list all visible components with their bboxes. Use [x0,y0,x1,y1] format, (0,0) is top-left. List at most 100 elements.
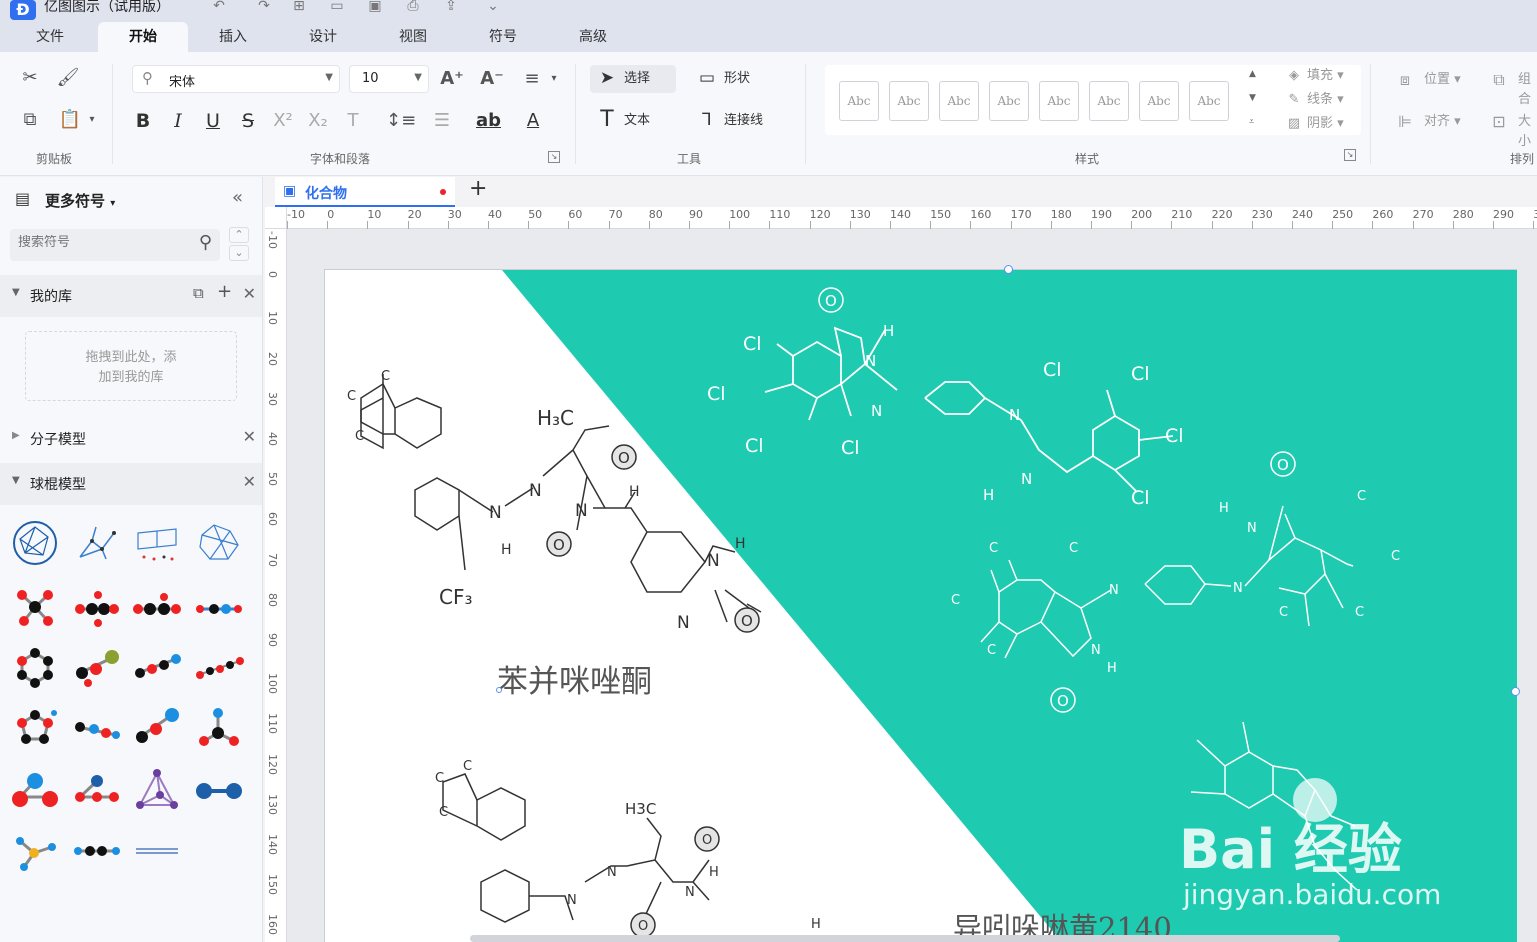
strikethrough-icon[interactable]: S [236,109,260,133]
subscript-icon[interactable]: X₂ [306,109,330,133]
paste-dropdown-icon[interactable]: ▾ [80,108,104,132]
symbol-molecule-2[interactable] [72,583,122,631]
selection-handle[interactable] [1004,265,1013,274]
tab-symbols[interactable]: 符号 [476,22,530,52]
style-swatch[interactable]: Abc [839,81,879,121]
styles-dialog-launcher-icon[interactable]: ↘ [1344,149,1356,161]
cut-icon[interactable]: ✂ [18,66,42,90]
symbol-lattice-1[interactable] [72,519,122,567]
drawing-page[interactable]: C C C H₃C N N H N H CF₃ N H N O O O C C … [324,269,1517,942]
scroll-up-icon[interactable]: ⌃ [229,227,249,243]
symbol-molecule-6[interactable] [132,643,182,691]
symbol-molecule-12[interactable] [10,767,60,815]
symbol-molecule-8[interactable] [10,703,60,751]
new-file-icon[interactable]: ⊞ [290,0,308,14]
copy-icon[interactable]: ⧉ [18,108,42,132]
decrease-font-icon[interactable]: A⁻ [480,67,504,91]
symbol-molecule-9[interactable] [72,703,122,751]
canvas-workspace[interactable]: C C C H₃C N N H N H CF₃ N H N O O O C C … [287,229,1537,942]
font-color-icon[interactable]: A [521,109,545,133]
symbol-lattice-2[interactable] [132,519,182,567]
group-button[interactable]: ⧉ 组合 [1490,70,1537,107]
text-case-icon[interactable]: T [341,109,365,133]
bullet-list-icon[interactable]: ☰ [430,109,454,133]
tab-advanced[interactable]: 高级 [566,22,620,52]
italic-icon[interactable]: I [166,109,190,133]
close-icon[interactable]: ✕ [243,472,256,491]
gallery-more-icon[interactable]: ⩡ [1249,117,1254,127]
font-size-select[interactable]: 10 ▼ [349,65,429,93]
add-tab-button[interactable]: + [469,176,487,201]
horizontal-scrollbar[interactable] [470,935,1340,942]
font-family-select[interactable]: ⚲ 宋体 ▼ [132,65,340,93]
import-icon[interactable]: ⧉ [193,284,204,302]
text-tool-button[interactable]: T 文本 [590,107,670,135]
text-align-icon[interactable]: ≡ [520,67,544,91]
caption-benzimidazolone[interactable]: 苯并咪唑酮 [497,664,652,700]
tab-view[interactable]: 视图 [386,22,440,52]
shape-tool-button[interactable]: ▭ 形状 [690,65,770,93]
symbol-molecule-11[interactable] [194,703,244,751]
collapse-panel-icon[interactable]: « [232,187,243,208]
gallery-up-icon[interactable]: ▲ [1249,69,1256,79]
tab-insert[interactable]: 插入 [206,22,260,52]
my-library-header[interactable]: ▼ 我的库 ⧉ + ✕ [0,275,262,317]
connector-tool-button[interactable]: ⅂ 连接线 [690,107,790,135]
format-painter-icon[interactable]: 🖌 [56,66,80,90]
close-icon[interactable]: ✕ [243,427,256,446]
size-button[interactable]: ⊡ 大小 [1490,112,1537,149]
selection-handle[interactable] [1511,687,1520,696]
bold-icon[interactable]: B [131,109,155,133]
scroll-down-icon[interactable]: ⌄ [229,245,249,261]
increase-font-icon[interactable]: A⁺ [440,67,464,91]
more-symbols-button[interactable]: 更多符号 ▾ [45,190,115,211]
style-swatch[interactable]: Abc [939,81,979,121]
open-file-icon[interactable]: ▭ [328,0,346,14]
my-library-drop-zone[interactable]: 拖拽到此处，添 加到我的库 [25,331,237,401]
shadow-button[interactable]: ▨ 阴影 ▾ [1285,114,1344,134]
style-swatch[interactable]: Abc [989,81,1029,121]
select-tool-button[interactable]: ➤ 选择 [590,65,676,93]
chevron-down-icon[interactable]: ▾ [542,67,566,91]
quick-access-dropdown-icon[interactable]: ⌄ [484,0,502,14]
font-dialog-launcher-icon[interactable]: ↘ [548,151,560,163]
symbol-molecule-3[interactable] [132,583,182,631]
symbol-molecule-linear[interactable] [194,583,244,631]
symbol-molecule-14[interactable] [194,767,244,815]
line-button[interactable]: ✎ 线条 ▾ [1285,90,1344,110]
symbol-molecule-water-like[interactable] [10,583,60,631]
print-icon[interactable]: ⎙ [404,0,422,14]
symbol-molecule-16[interactable] [72,827,122,875]
add-icon[interactable]: + [217,281,232,302]
align-button[interactable]: ⊫ 对齐 ▾ [1396,112,1461,132]
symbol-tetrahedron[interactable] [132,767,182,815]
style-swatch[interactable]: Abc [1089,81,1129,121]
symbol-molecule-5[interactable] [72,643,122,691]
symbol-molecule-15[interactable] [10,827,60,875]
search-input[interactable] [18,235,188,250]
export-icon[interactable]: ⇪ [442,0,460,14]
style-swatch[interactable]: Abc [889,81,929,121]
symbol-lattice-3[interactable] [194,519,244,567]
undo-icon[interactable]: ↶ [210,0,228,14]
text-cursor-handle[interactable] [496,687,502,693]
search-icon[interactable]: ⚲ [199,232,212,253]
symbol-sphere-network[interactable] [10,519,60,567]
highlight-color-icon[interactable]: ab [476,109,501,133]
symbol-molecule-17[interactable] [132,827,182,875]
document-tab[interactable]: ▣ 化合物 [275,177,455,207]
tab-home[interactable]: 开始 [98,22,188,52]
fill-button[interactable]: ◈ 填充 ▾ [1285,66,1344,86]
superscript-icon[interactable]: X² [271,109,295,133]
tab-file[interactable]: 文件 [24,22,76,52]
symbol-molecule-10[interactable] [132,703,182,751]
symbol-molecule-ring[interactable] [10,643,60,691]
position-button[interactable]: ⧈ 位置 ▾ [1396,70,1461,90]
library-ball-stick-header[interactable]: ▼ 球棍模型 ✕ [0,463,262,505]
paste-icon[interactable]: 📋 [58,108,82,132]
gallery-down-icon[interactable]: ▼ [1249,93,1256,103]
symbol-molecule-7[interactable] [194,643,244,691]
symbol-molecule-13[interactable] [72,767,122,815]
style-swatch[interactable]: Abc [1039,81,1079,121]
redo-icon[interactable]: ↷ [255,0,273,14]
